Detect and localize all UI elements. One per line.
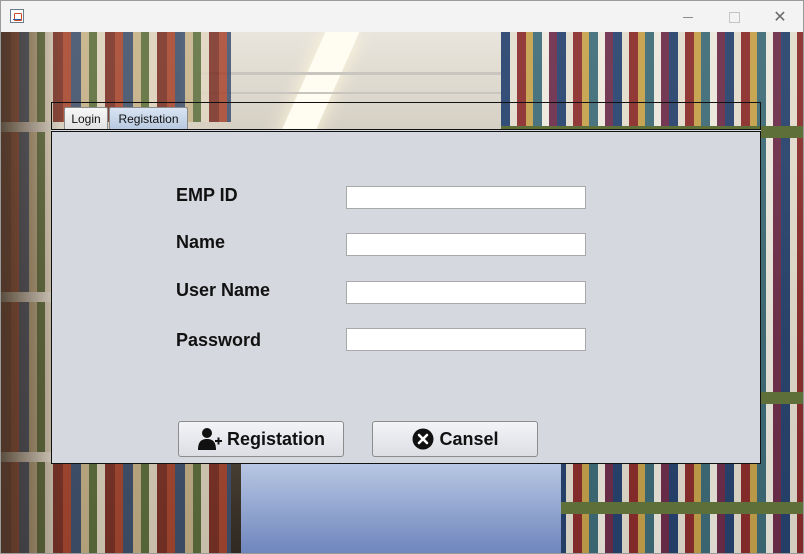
emp-id-label: EMP ID — [176, 185, 238, 205]
password-field[interactable] — [346, 328, 586, 351]
ceiling-pipe — [201, 92, 501, 94]
user-name-field[interactable] — [346, 281, 586, 304]
ceiling-pipe — [201, 72, 501, 75]
add-user-icon — [197, 428, 222, 450]
close-icon: ✕ — [773, 7, 787, 26]
cancel-circle-icon — [412, 428, 434, 450]
close-button[interactable]: ✕ — [757, 5, 803, 29]
tabbed-pane: Login Registation EMP ID Name User Name … — [51, 102, 761, 464]
cansel-button-label: Cansel — [439, 428, 499, 449]
tab-registation[interactable]: Registation — [109, 107, 188, 129]
maximize-icon — [728, 11, 740, 23]
name-field[interactable] — [346, 233, 586, 256]
emp-id-field[interactable] — [346, 186, 586, 209]
minimize-button[interactable] — [665, 5, 711, 29]
user-name-label: User Name — [176, 280, 271, 300]
title-bar[interactable]: ✕ — [1, 1, 803, 32]
tab-login[interactable]: Login — [64, 107, 108, 129]
registration-panel: EMP ID Name User Name Password Registati… — [51, 132, 761, 464]
tab-strip: Login Registation — [51, 102, 761, 129]
floor — [241, 462, 561, 553]
minimize-icon — [683, 16, 693, 18]
cansel-button[interactable]: Cansel — [372, 421, 538, 457]
name-label: Name — [176, 232, 226, 252]
java-cup-icon — [10, 9, 24, 23]
registation-button-label: Registation — [226, 428, 325, 449]
registation-button[interactable]: Registation — [178, 421, 344, 457]
maximize-button[interactable] — [711, 5, 757, 29]
password-label: Password — [176, 330, 262, 350]
